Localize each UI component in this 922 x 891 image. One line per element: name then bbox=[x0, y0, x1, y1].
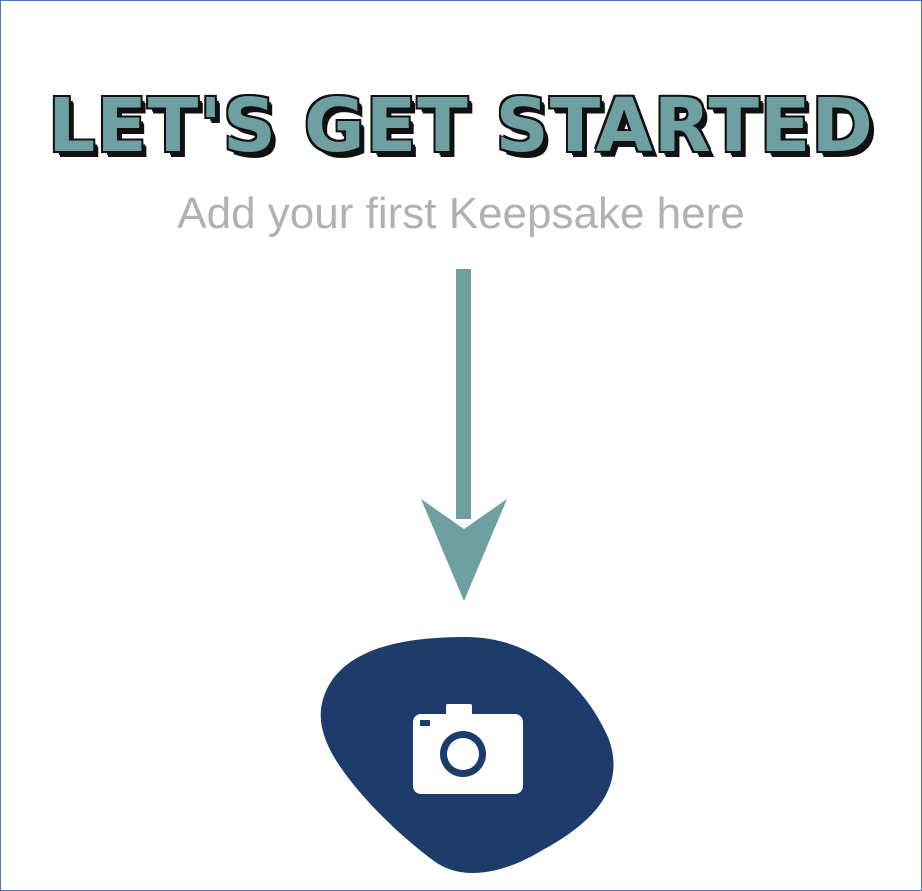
add-keepsake-button[interactable] bbox=[316, 629, 621, 884]
onboarding-panel: Let's Get Started Add your first Keepsak… bbox=[0, 0, 922, 891]
down-arrow-icon bbox=[421, 269, 507, 601]
page-subtitle: Add your first Keepsake here bbox=[177, 189, 745, 238]
page-title: Let's Get Started bbox=[48, 83, 874, 169]
camera-icon bbox=[413, 704, 523, 794]
